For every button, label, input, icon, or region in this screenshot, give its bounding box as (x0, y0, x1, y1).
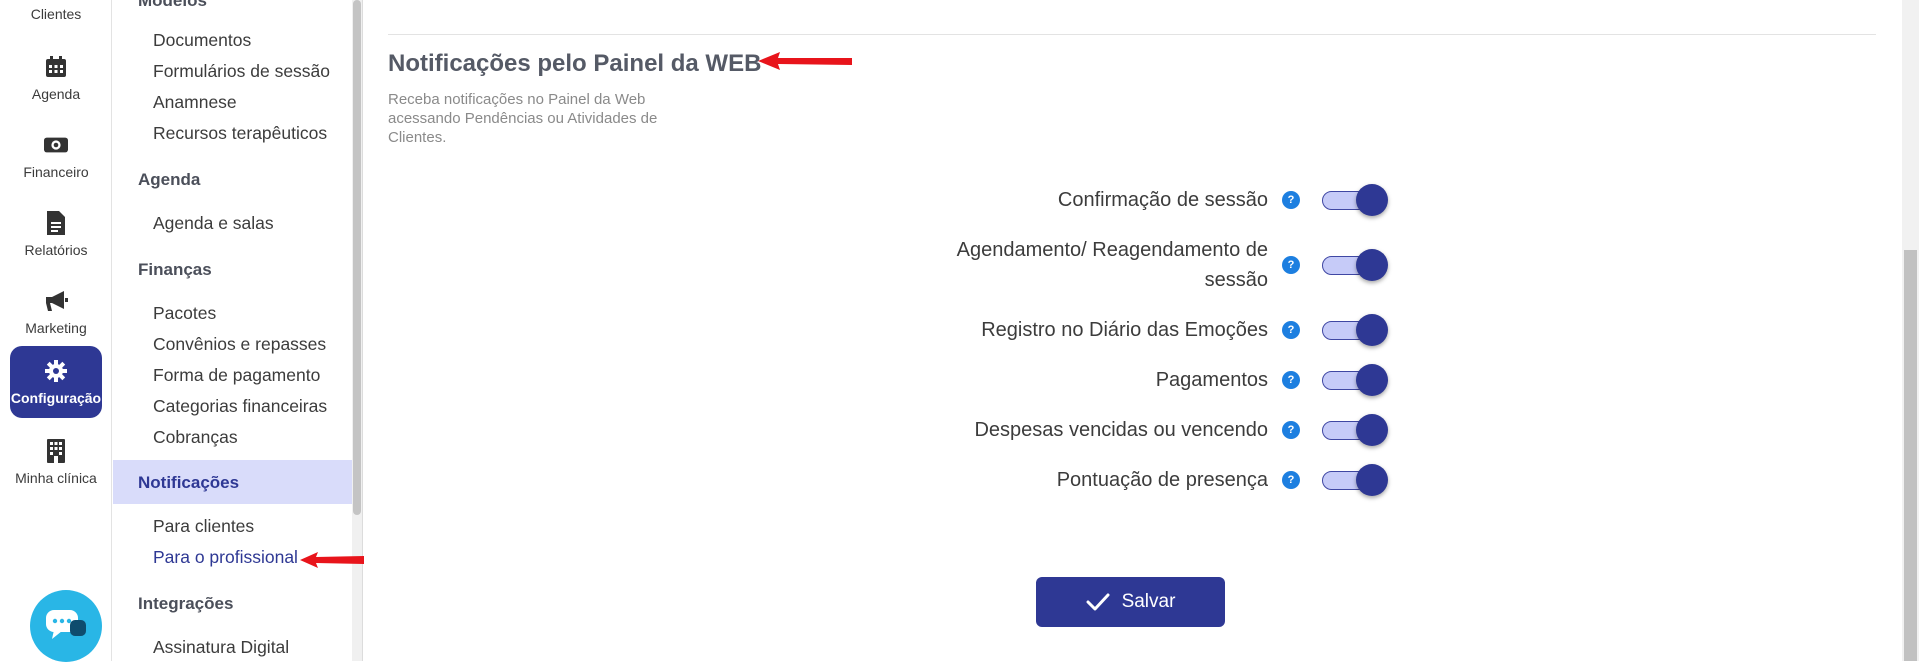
calendar-icon (44, 55, 68, 79)
notification-label: Pagamentos (1155, 369, 1268, 391)
nav-label: Minha clínica (15, 469, 97, 486)
main-scrollbar-thumb[interactable] (1904, 250, 1917, 661)
menu-item-assinatura-digital[interactable]: Assinatura Digital (153, 637, 289, 658)
notification-row: Pontuação de presença ? (900, 463, 1390, 497)
menu-item-forma-pagamento[interactable]: Forma de pagamento (153, 365, 320, 386)
menu-item-documentos[interactable]: Documentos (153, 30, 251, 51)
menu-item-convenios-repasses[interactable]: Convênios e repasses (153, 334, 326, 355)
menu-group-agenda: Agenda (138, 170, 201, 189)
notification-label: Despesas vencidas ou vencendo (974, 419, 1268, 441)
menu-item-anamnese[interactable]: Anamnese (153, 92, 237, 113)
main-scrollbar[interactable] (1902, 0, 1919, 661)
menu-item-cobrancas[interactable]: Cobranças (153, 427, 238, 448)
nav-clientes[interactable]: Clientes (10, 0, 102, 34)
notification-row: Confirmação de sessão ? (900, 183, 1390, 217)
building-icon (44, 438, 68, 463)
menu-item-categorias-financeiras[interactable]: Categorias financeiras (153, 396, 327, 417)
help-icon[interactable]: ? (1282, 191, 1300, 209)
menu-group-notificacoes[interactable]: Notificações (113, 460, 352, 504)
nav-marketing[interactable]: Marketing (10, 276, 102, 348)
toggle-pagamentos[interactable] (1322, 363, 1390, 397)
nav-label: Agenda (31, 85, 81, 102)
toggle-knob (1356, 184, 1388, 216)
toggle-knob (1356, 414, 1388, 446)
nav-label: Configuração (10, 389, 102, 406)
money-icon (44, 133, 68, 157)
check-icon (1086, 592, 1110, 612)
toggle-knob (1356, 464, 1388, 496)
nav-agenda[interactable]: Agenda (10, 42, 102, 114)
menu-group-financas: Finanças (138, 260, 212, 279)
nav-label: Clientes (30, 5, 82, 22)
menu-group-notificacoes-label: Notificações (138, 473, 240, 492)
nav-label: Relatórios (24, 241, 88, 258)
help-icon[interactable]: ? (1282, 421, 1300, 439)
notification-row: Pagamentos ? (900, 363, 1390, 397)
toggle-knob (1356, 249, 1388, 281)
annotation-arrow-icon (300, 552, 364, 568)
save-button-label: Salvar (1121, 591, 1176, 612)
notification-row: Agendamento/ Reagendamento de sessão ? (900, 235, 1390, 295)
toggle-diario-emocoes[interactable] (1322, 313, 1390, 347)
chat-icon (46, 610, 86, 639)
page-title: Notificações pelo Painel da WEB (388, 50, 762, 77)
annotation-arrow-icon (758, 52, 852, 70)
document-icon (44, 210, 68, 235)
help-icon[interactable]: ? (1282, 371, 1300, 389)
main-nav-rail: Clientes Agenda Financeiro Relatórios Ma… (0, 0, 112, 661)
section-description: Receba notificações no Painel da Web ace… (388, 91, 658, 146)
menu-item-para-clientes[interactable]: Para clientes (153, 516, 254, 537)
menu-item-formularios-sessao[interactable]: Formulários de sessão (153, 61, 330, 82)
menu-scrollbar-thumb[interactable] (353, 0, 361, 515)
toggle-pontuacao-presenca[interactable] (1322, 463, 1390, 497)
nav-financeiro[interactable]: Financeiro (10, 120, 102, 192)
toggle-knob (1356, 314, 1388, 346)
nav-relatorios[interactable]: Relatórios (10, 198, 102, 270)
save-button[interactable]: Salvar (1036, 577, 1225, 627)
nav-label: Financeiro (23, 163, 89, 180)
menu-item-agenda-salas[interactable]: Agenda e salas (153, 213, 274, 234)
notification-label: Pontuação de presença (1056, 469, 1268, 491)
menu-item-recursos-terapeuticos[interactable]: Recursos terapêuticos (153, 123, 327, 144)
megaphone-icon (44, 289, 68, 313)
notification-row: Registro no Diário das Emoções ? (900, 313, 1390, 347)
section-divider (388, 34, 1876, 35)
help-icon[interactable]: ? (1282, 256, 1300, 274)
menu-item-pacotes[interactable]: Pacotes (153, 303, 216, 324)
menu-group-integracoes: Integrações (138, 594, 234, 613)
toggle-despesas-vencidas[interactable] (1322, 413, 1390, 447)
nav-minha-clinica[interactable]: Minha clínica (10, 426, 102, 498)
chat-support-button[interactable] (30, 590, 102, 662)
menu-group-modelos: Modelos (138, 0, 207, 10)
toggle-knob (1356, 364, 1388, 396)
notification-label: Registro no Diário das Emoções (981, 319, 1268, 341)
menu-item-para-o-profissional[interactable]: Para o profissional (153, 547, 298, 568)
notification-row: Despesas vencidas ou vencendo ? (900, 413, 1390, 447)
nav-configuracao[interactable]: Configuração (10, 346, 102, 418)
notification-label: Agendamento/ Reagendamento de sessão (956, 239, 1268, 291)
toggle-confirmacao-sessao[interactable] (1322, 183, 1390, 217)
toggle-agendamento-reagendamento[interactable] (1322, 248, 1390, 282)
help-icon[interactable]: ? (1282, 471, 1300, 489)
notification-label: Confirmação de sessão (1057, 189, 1268, 211)
help-icon[interactable]: ? (1282, 321, 1300, 339)
nav-label: Marketing (25, 319, 87, 336)
gear-icon (44, 359, 68, 383)
